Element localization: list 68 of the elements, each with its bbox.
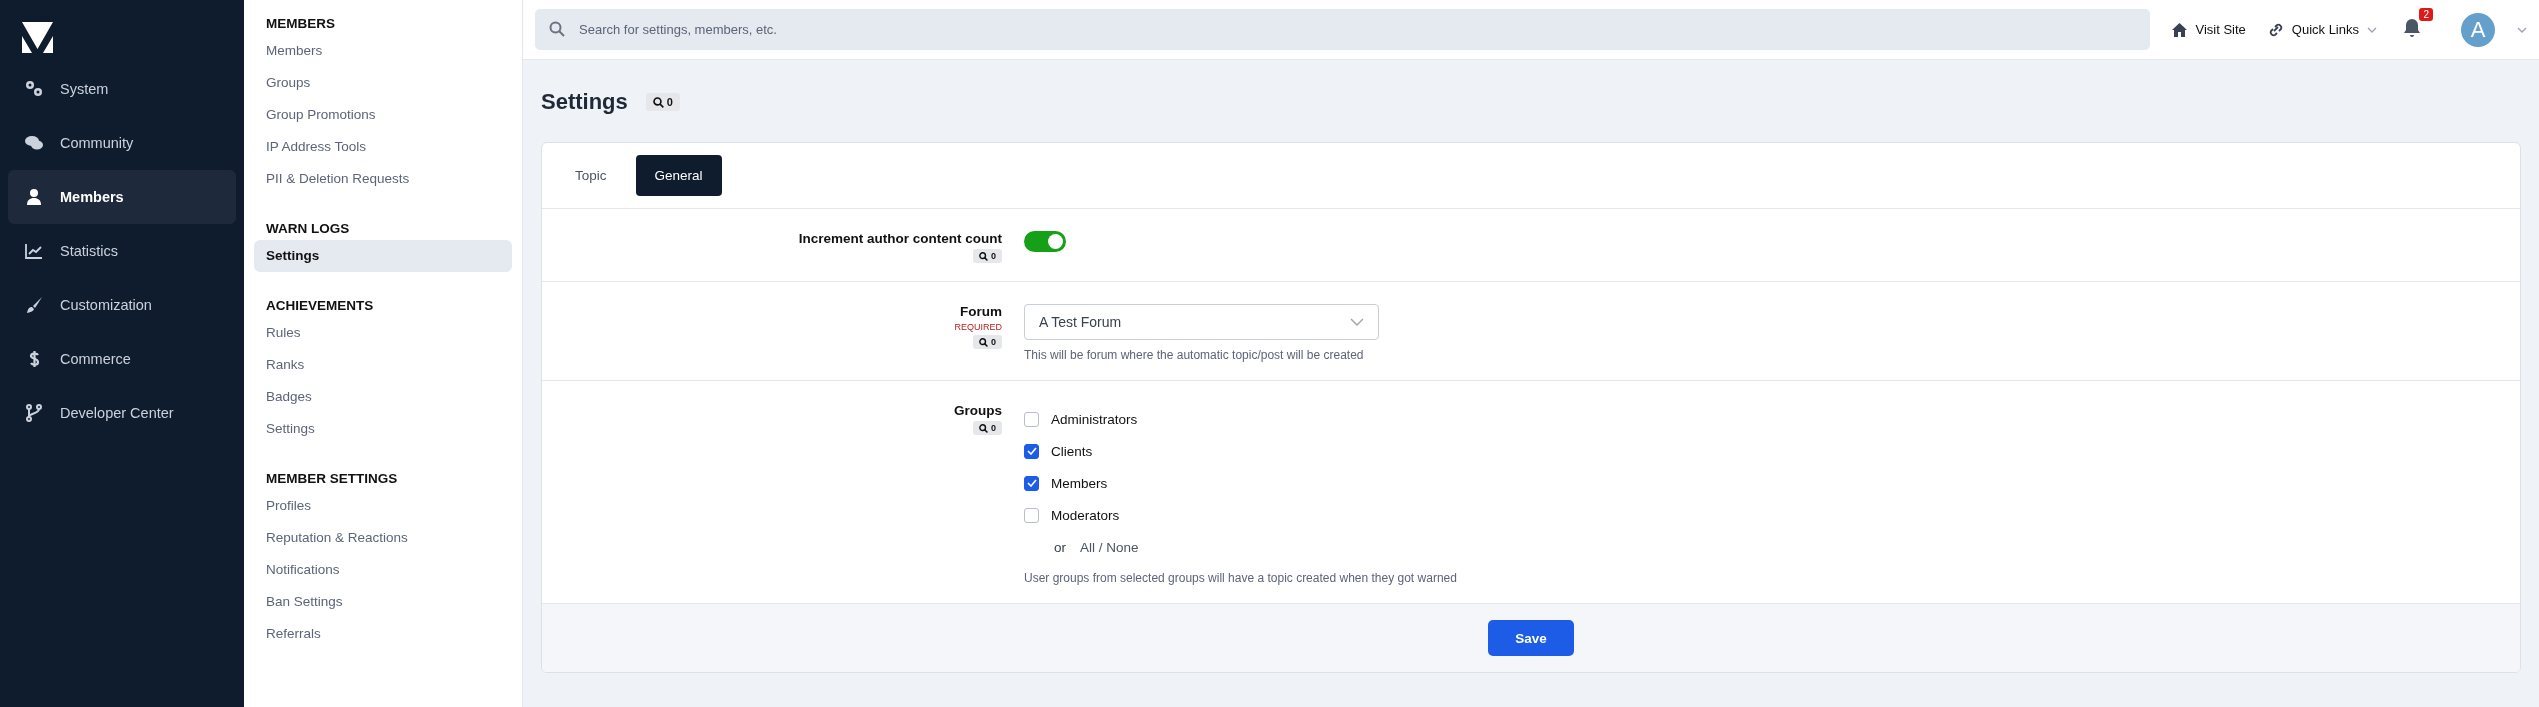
section-heading: MEMBERS [265, 15, 336, 33]
logo-icon [22, 22, 53, 53]
sidebar-item[interactable]: Developer Center [8, 386, 236, 440]
sidebar-item[interactable]: Customization [8, 278, 236, 332]
checkbox[interactable] [1024, 411, 1039, 427]
all-none-link[interactable]: All / None [1080, 539, 1139, 555]
checkbox-label: Moderators [1051, 507, 1120, 523]
tab[interactable]: General [635, 155, 722, 196]
sub-navigation-item[interactable]: Badges [254, 381, 512, 413]
field-description: This will be forum where the automatic topic/post will be created [1024, 348, 1364, 362]
search-count-badge: 0 [645, 93, 680, 111]
toggle-switch[interactable] [1024, 231, 1066, 252]
sub-navigation-item[interactable]: Members [254, 35, 512, 67]
sub-navigation-item[interactable]: Groups [254, 67, 512, 99]
visit-site-link[interactable]: Visit Site [2172, 22, 2246, 37]
sub-navigation-item[interactable]: Ban Settings [254, 586, 512, 618]
checkbox-label: Clients [1051, 443, 1093, 459]
section-heading: WARN LOGS [265, 220, 351, 238]
or-text: or [1054, 539, 1066, 555]
sidebar-item[interactable]: Statistics [8, 224, 236, 278]
sub-navigation-item[interactable]: Rules [254, 317, 512, 349]
forum-select[interactable]: A Test Forum [1024, 304, 1379, 340]
sub-navigation-item[interactable]: PII & Deletion Requests [254, 163, 512, 195]
branch-icon [24, 403, 44, 423]
field-label: Groups [954, 403, 1002, 418]
sidebar-item[interactable]: Commerce [8, 332, 236, 386]
sub-navigation-item[interactable]: Profiles [254, 490, 512, 522]
required-label: REQUIRED [954, 322, 1002, 332]
sub-navigation-item[interactable]: Notifications [254, 554, 512, 586]
field-label: Increment author content count [798, 231, 1002, 246]
caret-icon [1350, 318, 1364, 326]
sub-navigation-item[interactable]: Group Promotions [254, 99, 512, 131]
caret-icon [2367, 26, 2377, 33]
sub-navigation-item[interactable]: Referrals [254, 618, 512, 650]
save-button[interactable]: Save [1488, 620, 1574, 656]
caret-icon[interactable] [2517, 26, 2527, 33]
notification-count: 2 [2419, 8, 2433, 21]
checkbox[interactable] [1024, 475, 1039, 491]
sub-navigation-item[interactable]: IP Address Tools [254, 131, 512, 163]
section-heading: MEMBER SETTINGS [265, 470, 399, 488]
checkbox-label: Members [1051, 475, 1108, 491]
checkbox[interactable] [1024, 507, 1039, 523]
sidebar-item[interactable]: System [8, 62, 236, 116]
search-count-badge: 0 [973, 421, 1002, 435]
house-icon [2172, 22, 2188, 37]
sub-navigation-item[interactable]: Settings [254, 413, 512, 445]
checkbox-label: Administrators [1051, 411, 1138, 427]
line-chart-icon [24, 241, 44, 261]
tab[interactable]: Topic [556, 155, 626, 196]
gears-icon [24, 79, 44, 99]
section-heading: ACHIEVEMENTS [265, 297, 375, 315]
sub-navigation-item[interactable]: Reputation & Reactions [254, 522, 512, 554]
field-label: Forum [960, 304, 1002, 319]
search-field[interactable]: Search for settings, members, etc. [535, 9, 2151, 50]
search-count-badge: 0 [973, 335, 1002, 349]
sub-navigation-item[interactable]: Settings [254, 240, 512, 272]
page-title: Settings [541, 89, 628, 115]
search-icon [549, 21, 565, 37]
search-count-badge: 0 [973, 249, 1002, 263]
sub-navigation-item[interactable]: Ranks [254, 349, 512, 381]
bell-icon[interactable] [2403, 18, 2421, 38]
sidebar-item[interactable]: Members [8, 170, 236, 224]
sidebar-item[interactable]: Community [8, 116, 236, 170]
person-icon [24, 187, 44, 207]
link-icon [2267, 22, 2284, 37]
field-description: User groups from selected groups will have a topic created when they got warned [1024, 571, 1457, 585]
checkbox[interactable] [1024, 443, 1039, 459]
quick-links-menu[interactable]: Quick Links [2267, 22, 2377, 37]
